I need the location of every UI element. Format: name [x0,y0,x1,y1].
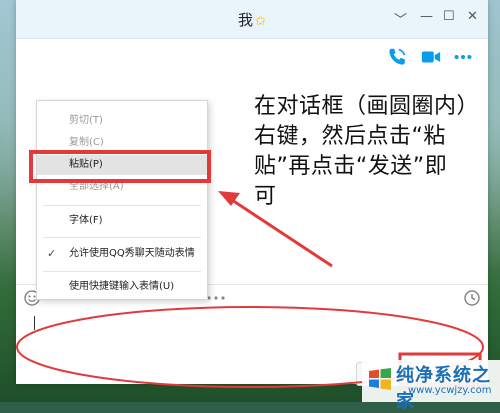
instruction-line: 贴”再点击“发送”即 [254,154,448,179]
watermark-logo: 纯净系统之家 www.ycwjzy.com [362,360,500,412]
instruction-line: 在对话框（画圆圈内） [254,94,480,119]
instruction-text: 在对话框（画圆圈内） 右键，然后点击“粘 贴”再点击“发送”即 可 [254,92,494,212]
instruction-line: 可 [254,184,277,209]
watermark-url: www.ycwjzy.com [408,385,492,396]
windows-logo-icon [369,368,391,390]
instruction-line: 右键，然后点击“粘 [254,124,446,149]
